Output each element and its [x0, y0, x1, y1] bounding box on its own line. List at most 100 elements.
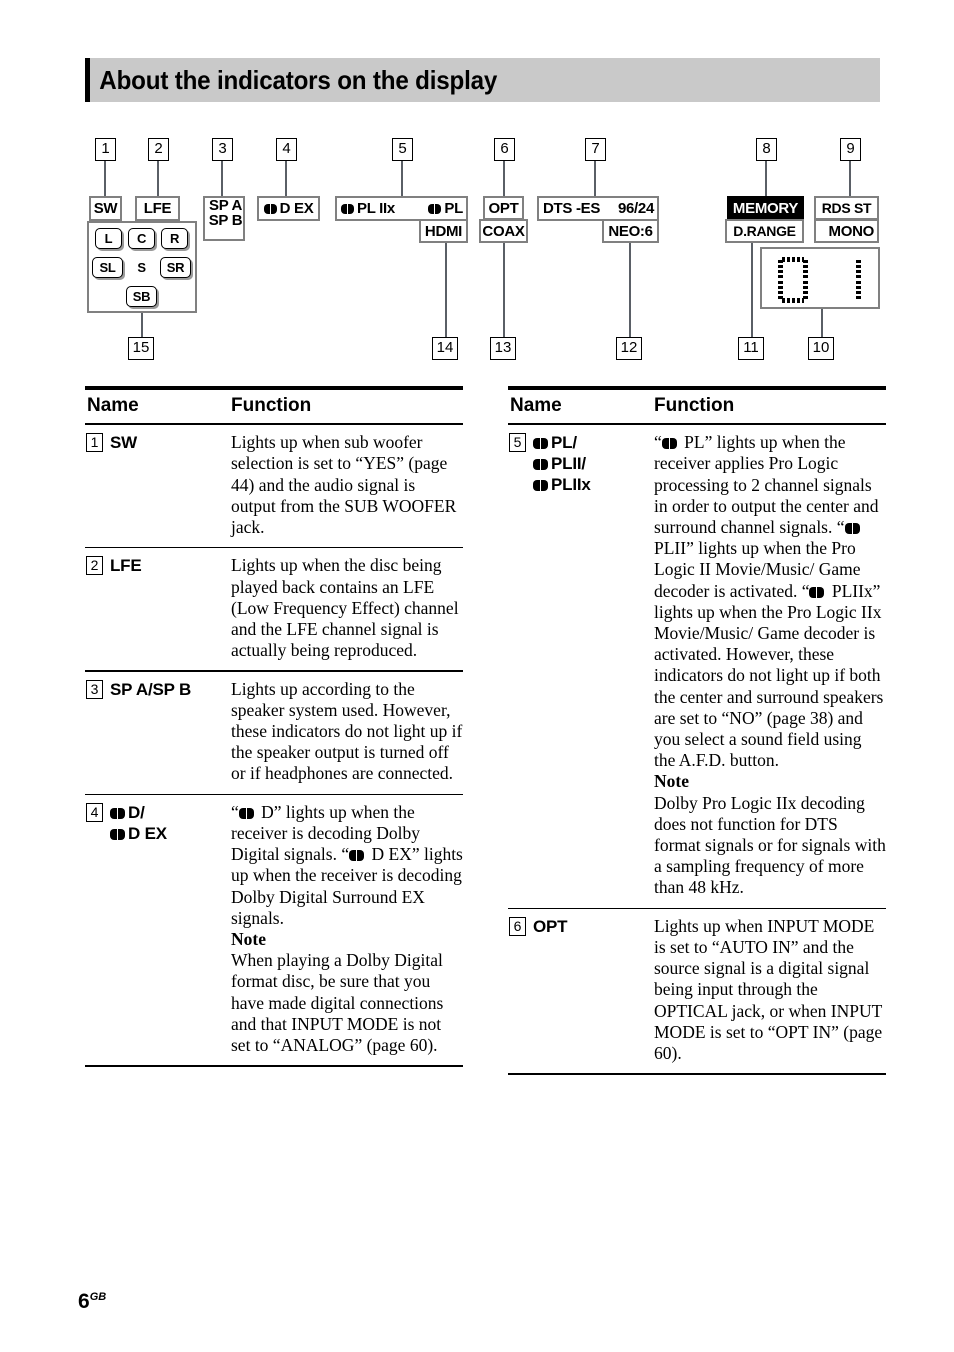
row-name: PL/ PLII/ PLIIx	[533, 432, 591, 495]
leader-8	[765, 161, 767, 198]
dolby-double-d-icon	[809, 586, 825, 598]
row-number: 6	[509, 916, 526, 936]
callout-15: 15	[128, 337, 154, 360]
leader-6	[503, 161, 505, 198]
column-header-name: Name	[510, 395, 562, 416]
table-header-row: Name Function	[508, 390, 886, 423]
page-number: 6GB	[78, 1290, 106, 1314]
callout-11: 11	[738, 337, 764, 360]
display-indicators-diagram: 1 2 3 4 5 6 7 8 9 SW LFE L C R SL S SR S…	[0, 0, 954, 380]
callout-14: 14	[432, 337, 458, 360]
table-row: 6 OPT Lights up when INPUT MODE is set t…	[508, 909, 886, 1073]
row-name-line-2: PLII/	[551, 454, 586, 474]
row-number: 1	[86, 433, 103, 453]
dolby-double-d-icon	[349, 850, 365, 862]
indicator-d-ex-label: D EX	[279, 200, 314, 217]
indicator-sl: SL	[92, 257, 123, 278]
leader-5	[401, 161, 403, 198]
callout-13: 13	[490, 337, 516, 360]
indicator-memory: MEMORY	[727, 196, 804, 220]
leader-2	[157, 161, 159, 198]
table-row: 3 SP A/SP B Lights up according to the s…	[85, 672, 463, 794]
row-function-part-a: “	[231, 801, 239, 822]
row-function: Lights up when the disc being played bac…	[231, 555, 459, 661]
indicator-sb: SB	[126, 286, 157, 307]
page-region-code: GB	[89, 1291, 107, 1303]
indicator-sp-a: SP A	[209, 197, 242, 214]
leader-7	[594, 161, 596, 198]
row-function: “ D” lights up when the receiver is deco…	[231, 802, 463, 1056]
page-number-value: 6	[78, 1290, 90, 1313]
callout-2: 2	[148, 138, 169, 161]
indicator-table-left: Name Function 1 SW Lights up when sub wo…	[85, 386, 463, 1068]
row-function: “ PL” lights up when the receiver applie…	[654, 432, 886, 898]
dolby-double-d-icon	[533, 459, 548, 471]
row-name: SP A/SP B	[110, 679, 192, 699]
table-row: 2 LFE Lights up when the disc being play…	[85, 548, 463, 670]
dolby-double-d-icon	[110, 828, 125, 840]
row-name-line-2: D EX	[128, 823, 167, 843]
note-label: Note	[654, 771, 689, 792]
indicator-pl-label: PL	[444, 200, 463, 217]
row-name: SW	[110, 433, 137, 453]
callout-12: 12	[616, 337, 642, 360]
row-function-part-b: PL” lights up when the receiver applies …	[654, 432, 879, 537]
dolby-double-d-icon	[238, 807, 254, 819]
table-bottom-rule	[508, 1073, 886, 1076]
indicator-sp-ab: SP A SP B	[203, 196, 245, 241]
indicator-opt: OPT	[483, 196, 524, 220]
row-name: D/ D EX	[110, 802, 167, 844]
callout-8: 8	[756, 138, 777, 161]
seven-segment-digit-left	[778, 257, 808, 303]
leader-3	[221, 161, 223, 198]
dolby-double-d-icon	[533, 438, 548, 450]
leader-12	[629, 243, 631, 343]
note-body: When playing a Dolby Digital format disc…	[231, 950, 444, 1056]
note-label: Note	[231, 929, 266, 950]
callout-5: 5	[392, 138, 413, 161]
row-function-part-a: “	[654, 432, 662, 453]
table-row: 1 SW Lights up when sub woofer selection…	[85, 425, 463, 547]
row-name-line-1: D/	[128, 802, 145, 822]
column-header-name: Name	[87, 395, 139, 416]
dolby-double-d-icon	[661, 438, 677, 450]
indicator-dolby-d-ex: D EX	[257, 196, 320, 221]
dolby-double-d-icon	[533, 480, 548, 492]
table-row: 4 D/ D EX “ D” lights up when the receiv…	[85, 795, 463, 1065]
dolby-double-d-icon	[844, 523, 860, 534]
column-header-function: Function	[654, 395, 735, 416]
indicator-rds-st: RDS ST	[814, 196, 879, 220]
row-name: LFE	[110, 556, 142, 576]
indicator-pl-iix-label: PL IIx	[357, 200, 395, 217]
indicator-table-right: Name Function 5 PL/ PLII/ PLIIx “ PL” li…	[508, 386, 886, 1076]
leader-11	[751, 243, 753, 343]
table-row: 5 PL/ PLII/ PLIIx “ PL” lights up when t…	[508, 425, 886, 907]
row-function: Lights up according to the speaker syste…	[231, 678, 463, 784]
dolby-double-d-icon	[263, 203, 277, 214]
row-number: 4	[86, 802, 103, 822]
leader-4	[285, 161, 287, 198]
callout-9: 9	[840, 138, 861, 161]
indicator-d-range: D.RANGE	[725, 219, 804, 243]
row-function-part-d: PLIIx” lights up when the Pro Logic IIx …	[654, 580, 884, 771]
column-header-function: Function	[231, 395, 312, 416]
indicator-neo6: NEO:6	[602, 219, 659, 243]
leader-9	[849, 161, 851, 198]
row-number: 5	[509, 433, 526, 453]
indicator-dolby-pl: PL	[418, 196, 468, 221]
indicator-l: L	[95, 228, 122, 249]
indicator-hdmi: HDMI	[419, 219, 468, 243]
row-name: OPT	[533, 916, 568, 936]
leader-1	[104, 161, 106, 198]
row-function: Lights up when sub woofer selection is s…	[231, 432, 457, 537]
row-function: Lights up when INPUT MODE is set to “AUT…	[654, 915, 883, 1064]
row-name-line-1: PL/	[551, 433, 577, 453]
dolby-double-d-icon	[110, 807, 125, 819]
callout-4: 4	[276, 138, 297, 161]
seven-segment-digit-right	[854, 257, 862, 303]
callout-7: 7	[585, 138, 606, 161]
leader-13	[503, 243, 505, 343]
note-body: Dolby Pro Logic IIx decoding does not fu…	[654, 792, 886, 898]
dolby-double-d-icon	[341, 203, 354, 214]
callout-3: 3	[212, 138, 233, 161]
